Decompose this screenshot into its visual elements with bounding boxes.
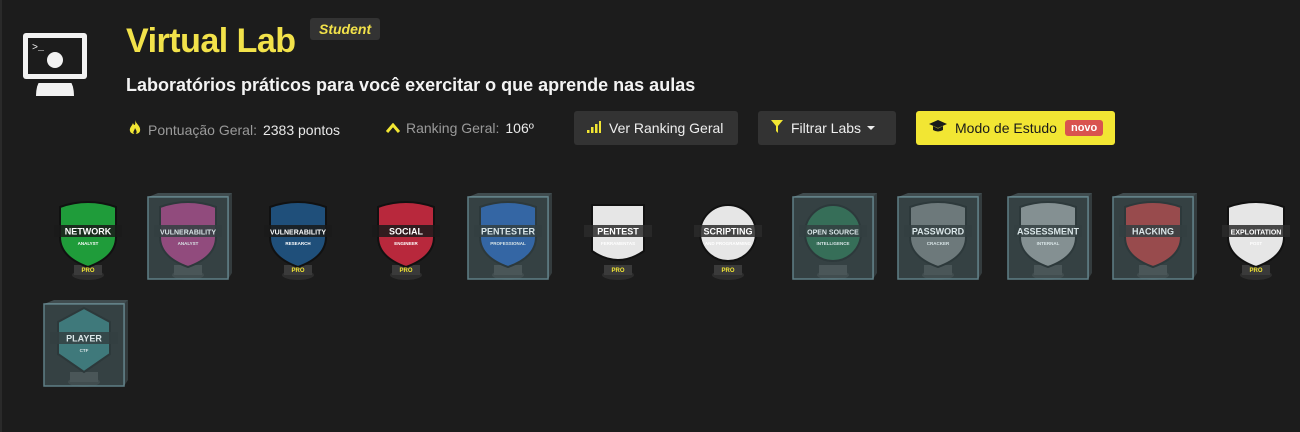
lab-subtitle: ANALYST [78, 241, 99, 246]
lab-name: SOCIAL [389, 227, 424, 237]
locked-glass-overlay [1112, 196, 1194, 280]
lab-subtitle: FERRAMENTAS [601, 241, 635, 246]
svg-text:>_: >_ [32, 43, 45, 54]
lab-badge-emblem: SOCIAL ENGINEER PRO [372, 201, 440, 280]
lab-badge-emblem: PASSWORDCRACKER [897, 193, 982, 280]
filter-labs-label: Filtrar Labs [791, 120, 862, 136]
lab-badge-emblem: PLAYERCTF [43, 300, 128, 387]
filter-icon [771, 120, 783, 136]
pro-label: PRO [721, 268, 734, 274]
lab-badge-emblem: EXPLOITATION POST PRO [1222, 201, 1290, 280]
lab-badge[interactable]: PLAYERCTF [38, 300, 130, 392]
graduation-cap-icon [929, 120, 947, 136]
lab-badge-emblem: ASSESSMENTINTERNAL [1007, 193, 1092, 280]
lab-badge-emblem: NETWORK ANALYST PRO [54, 201, 122, 280]
monitor-terminal-icon: >_ [22, 30, 88, 96]
locked-glass-overlay [792, 196, 874, 280]
lab-badge-emblem: PENTESTERPROFESSIONAL [467, 193, 552, 280]
role-badge: Student [310, 18, 381, 40]
lab-subtitle: ENGINEER [394, 241, 418, 246]
chevron-up-icon [385, 120, 401, 136]
lab-badge-emblem: VULNERABILITYANALYST [147, 193, 232, 280]
view-ranking-label: Ver Ranking Geral [609, 120, 724, 136]
caret-down-icon [867, 126, 876, 130]
score-value: 2383 pontos [262, 121, 341, 138]
lab-badge[interactable]: PENTEST FERRAMENTAS PRO [572, 193, 664, 285]
lab-badge[interactable]: SCRIPTING AND PROGRAMMING PRO [682, 193, 774, 285]
lab-badge[interactable]: EXPLOITATION POST PRO [1210, 193, 1300, 285]
lab-name: SCRIPTING [703, 227, 752, 237]
lab-badge[interactable]: OPEN SOURCEINTELLIGENCE [787, 193, 879, 285]
locked-glass-overlay [1007, 196, 1089, 280]
lab-name: NETWORK [65, 227, 112, 237]
lab-badge-emblem: SCRIPTING AND PROGRAMMING PRO [694, 204, 762, 280]
ranking-label: Ranking Geral: [406, 120, 500, 136]
pro-label: PRO [81, 268, 94, 274]
score-stat: Pontuação Geral: 2383 pontos [128, 120, 340, 139]
lab-badge[interactable]: PASSWORDCRACKER [892, 193, 984, 285]
lab-badge[interactable]: NETWORK ANALYST PRO [42, 193, 134, 285]
lab-badge[interactable]: VULNERABILITY RESEARCH PRO [252, 193, 344, 285]
pro-label: PRO [291, 268, 304, 274]
locked-glass-overlay [897, 196, 979, 280]
score-label: Pontuação Geral: [148, 121, 257, 138]
lab-badge[interactable]: HACKING [1107, 193, 1199, 285]
locked-glass-overlay [467, 196, 549, 280]
study-mode-button[interactable]: Modo de Estudo novo [916, 111, 1115, 145]
view-ranking-button[interactable]: Ver Ranking Geral [574, 111, 738, 145]
locked-glass-overlay [147, 196, 229, 280]
lab-badge[interactable]: VULNERABILITYANALYST [142, 193, 234, 285]
pro-label: PRO [611, 268, 624, 274]
pro-label: PRO [399, 268, 412, 274]
lab-badge-emblem: HACKING [1112, 193, 1197, 280]
filter-labs-button[interactable]: Filtrar Labs [758, 111, 896, 145]
lab-name: PENTEST [597, 227, 639, 237]
ranking-value: 106º [505, 120, 534, 136]
locked-glass-overlay [43, 303, 125, 387]
study-mode-label: Modo de Estudo [955, 120, 1057, 136]
lab-subtitle: AND PROGRAMMING [705, 241, 752, 246]
page-title: Virtual Lab [126, 22, 296, 60]
lab-badge[interactable]: ASSESSMENTINTERNAL [1002, 193, 1094, 285]
lab-badge-emblem: PENTEST FERRAMENTAS PRO [584, 204, 652, 280]
lab-subtitle: POST [1250, 241, 1263, 246]
lab-badge[interactable]: SOCIAL ENGINEER PRO [360, 193, 452, 285]
lab-name: VULNERABILITY [270, 230, 326, 237]
ranking-stat: Ranking Geral: 106º [385, 120, 534, 136]
lab-name: EXPLOITATION [1231, 230, 1282, 237]
lab-badge-emblem: VULNERABILITY RESEARCH PRO [264, 201, 332, 280]
lab-badge[interactable]: PENTESTERPROFESSIONAL [462, 193, 554, 285]
left-divider [0, 0, 2, 432]
fire-icon [128, 120, 142, 139]
page-subtitle: Laboratórios práticos para você exercita… [126, 75, 696, 95]
lab-subtitle: RESEARCH [285, 241, 310, 246]
bar-chart-icon [587, 120, 601, 136]
new-badge: novo [1064, 120, 1104, 136]
pro-label: PRO [1249, 268, 1262, 274]
lab-badge-emblem: OPEN SOURCEINTELLIGENCE [792, 193, 877, 280]
